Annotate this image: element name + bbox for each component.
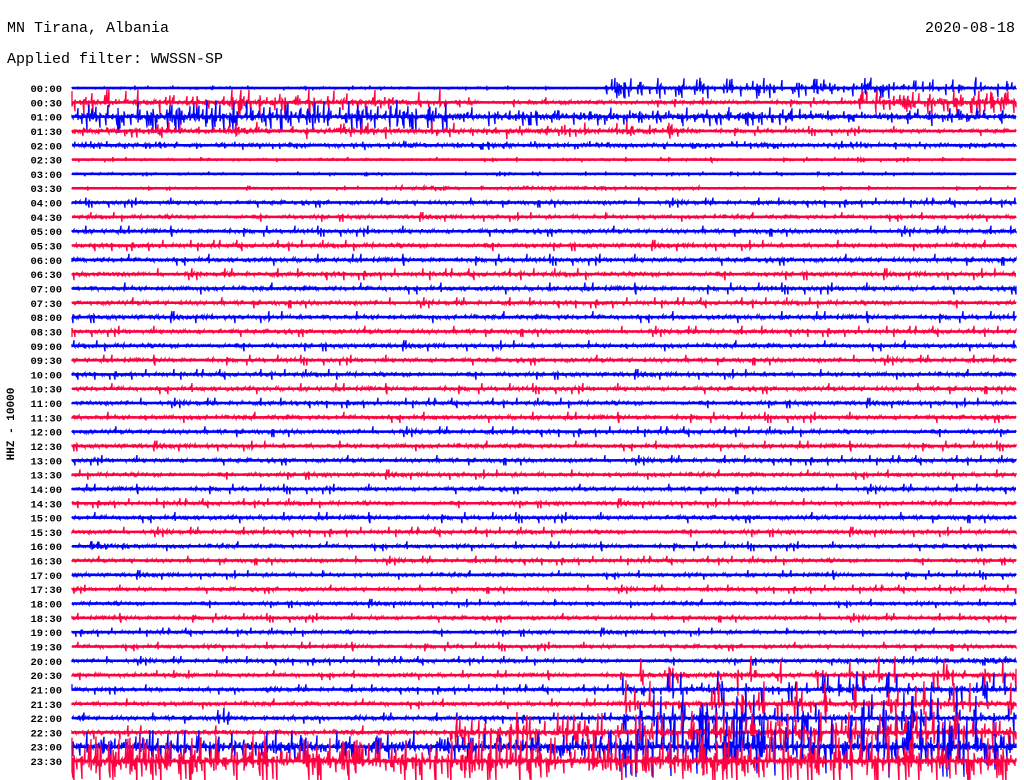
row-time-label: 15:00: [30, 514, 62, 526]
row-time-label: 18:30: [30, 614, 62, 626]
row-time-label: 18:00: [30, 600, 62, 612]
row-time-label: 03:30: [30, 184, 62, 196]
row-time-label: 09:30: [30, 356, 62, 368]
row-time-label: 05:30: [30, 242, 62, 254]
row-time-label: 00:30: [30, 98, 62, 110]
row-time-label: 10:00: [30, 370, 62, 382]
row-time-label: 22:00: [30, 714, 62, 726]
row-time-label: 01:00: [30, 113, 62, 125]
row-time-label: 07:00: [30, 284, 62, 296]
row-time-label: 01:30: [30, 127, 62, 139]
row-time-label: 14:30: [30, 499, 62, 511]
row-time-label: 06:30: [30, 270, 62, 282]
row-time-label: 02:30: [30, 156, 62, 168]
row-time-label: 21:00: [30, 685, 62, 697]
row-time-label: 17:30: [30, 585, 62, 597]
row-time-label: 00:00: [30, 84, 62, 96]
helicorder-plot: 00:00 00:30 01:00 01:30 02:00 02:30 03:00 03:30…: [30, 77, 1017, 780]
row-time-label: 08:00: [30, 313, 62, 325]
row-time-label: 23:30: [30, 757, 62, 769]
row-time-label: 22:30: [30, 728, 62, 740]
row-time-label: 11:30: [30, 413, 62, 425]
row-time-label: 15:30: [30, 528, 62, 540]
row-time-label: 10:30: [30, 385, 62, 397]
row-time-label: 04:30: [30, 213, 62, 225]
row-time-label: 12:00: [30, 428, 62, 440]
row-time-label: 20:00: [30, 657, 62, 669]
row-time-label: 09:00: [30, 342, 62, 354]
row-time-label: 03:00: [30, 170, 62, 182]
row-time-label: 23:00: [30, 743, 62, 755]
row-time-label: 08:30: [30, 327, 62, 339]
row-time-label: 17:00: [30, 571, 62, 583]
row-time-label: 13:00: [30, 456, 62, 468]
row-time-label: 05:00: [30, 227, 62, 239]
row-time-label: 16:30: [30, 557, 62, 569]
row-time-label: 06:00: [30, 256, 62, 268]
row-time-label: 02:00: [30, 141, 62, 153]
row-time-label: 13:30: [30, 471, 62, 483]
row-time-label: 12:30: [30, 442, 62, 454]
row-time-label: 16:00: [30, 542, 62, 554]
row-time-label: 11:00: [30, 399, 62, 411]
row-time-label: 14:00: [30, 485, 62, 497]
row-time-label: 21:30: [30, 700, 62, 712]
row-time-label: 04:00: [30, 199, 62, 211]
trace-2330: [71, 734, 1017, 780]
row-time-label: 20:30: [30, 671, 62, 683]
row-time-label: 07:30: [30, 299, 62, 311]
row-time-label: 19:00: [30, 628, 62, 640]
row-time-label: 19:30: [30, 642, 62, 654]
